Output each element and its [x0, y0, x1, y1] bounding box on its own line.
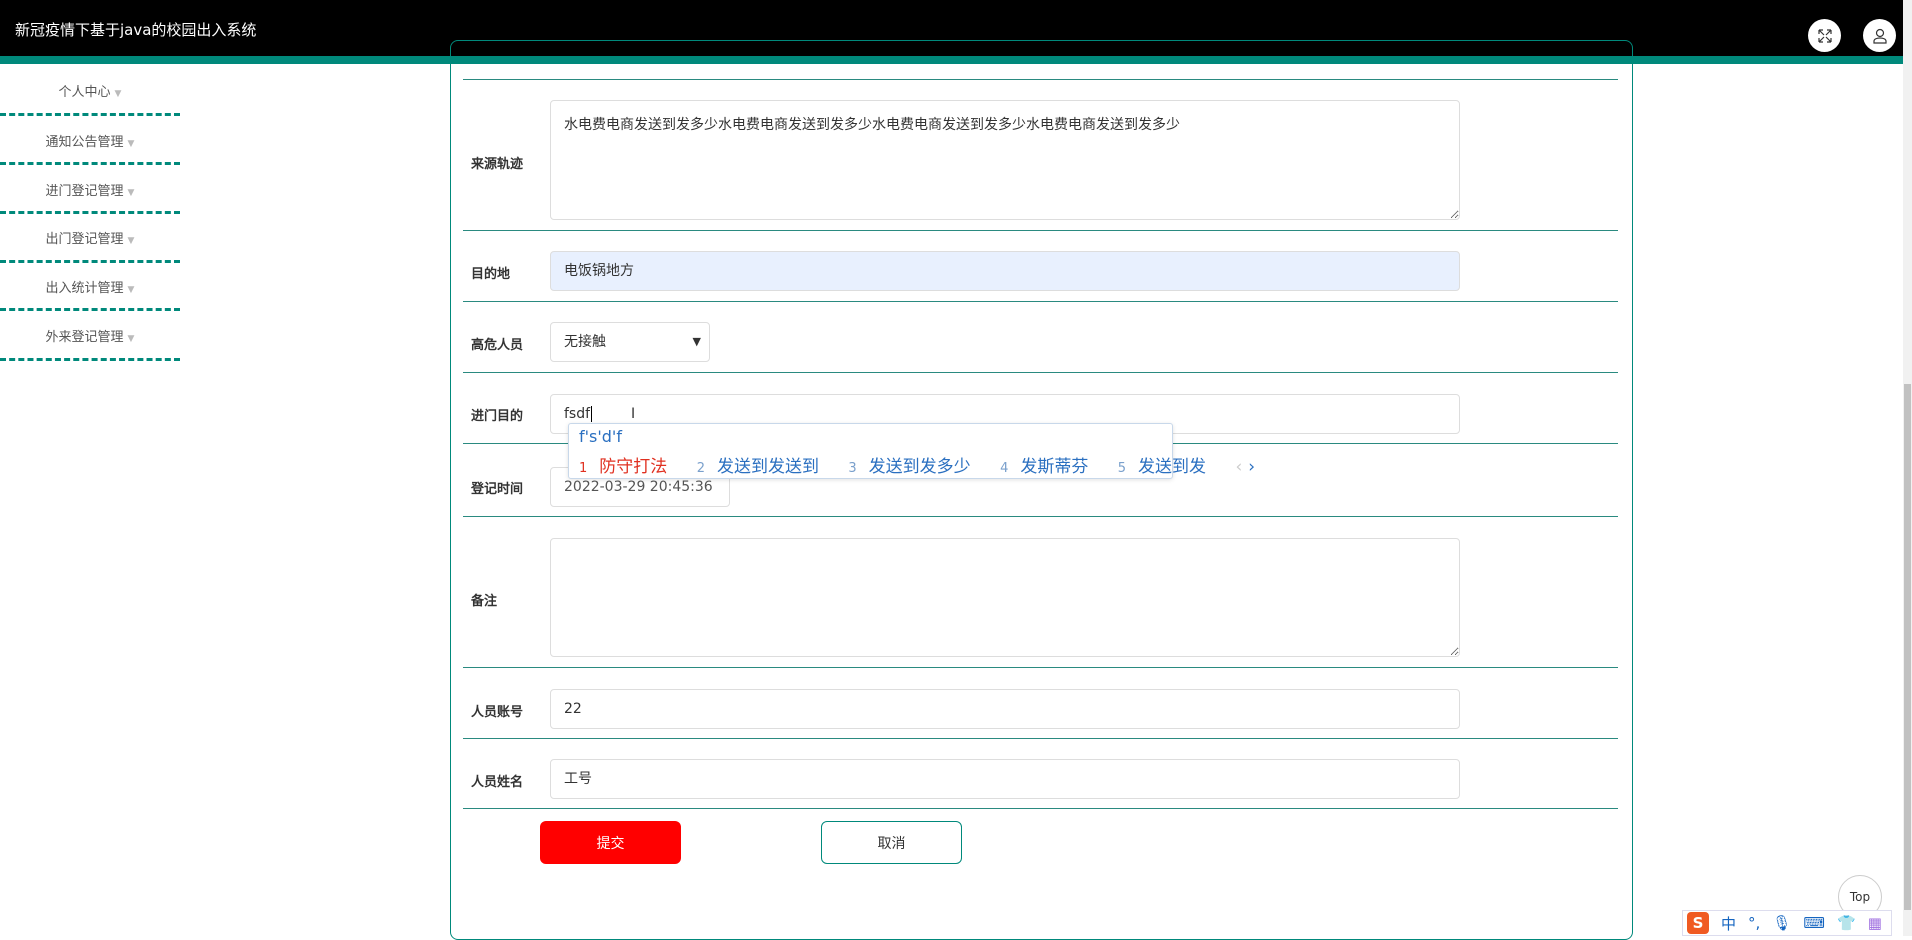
divider	[0, 308, 180, 311]
submit-button[interactable]: 提交	[540, 821, 681, 864]
remark-textarea[interactable]	[550, 538, 1460, 657]
caret-down-icon: ▼	[127, 334, 135, 344]
purpose-label: 进门目的	[471, 409, 524, 424]
candidate-text: 发送到发	[1138, 457, 1207, 477]
name-input[interactable]: 工号	[550, 759, 1460, 799]
ime-candidate[interactable]: 5 发送到发	[1118, 457, 1218, 477]
ime-candidate[interactable]: 1 防守打法	[579, 457, 679, 477]
ime-candidate[interactable]: 3 发送到发多少	[848, 457, 982, 477]
scrollbar-thumb[interactable]	[1904, 384, 1911, 910]
sidebar-item-label: 个人中心	[58, 85, 111, 100]
sidebar-item-stats[interactable]: 出入统计管理 ▼	[0, 277, 180, 296]
text-cursor: ​	[591, 406, 593, 422]
sidebar-item-label: 外来登记管理	[45, 330, 124, 345]
ime-composition: f's'd'f	[579, 427, 622, 446]
sidebar-item-notices[interactable]: 通知公告管理 ▼	[0, 131, 180, 150]
scrollbar[interactable]	[1903, 0, 1912, 936]
source-textarea[interactable]: 水电费电商发送到发多少水电费电商发送到发多少水电费电商发送到发多少水电费电商发送…	[550, 100, 1460, 220]
row-divider	[463, 738, 1618, 739]
keyboard-icon[interactable]: ⌨	[1803, 914, 1825, 932]
sogou-ime-toolbar: S 中 °, 🎙 ⌨ 👕 ▦	[1682, 910, 1892, 936]
sidebar-item-label: 出入统计管理	[45, 281, 124, 296]
ime-candidate[interactable]: 4 发斯蒂芬	[1000, 457, 1100, 477]
candidate-text: 发斯蒂芬	[1020, 457, 1089, 477]
caret-down-icon: ▼	[114, 89, 122, 99]
candidate-number: 2	[696, 461, 705, 476]
dest-input[interactable]: 电饭锅地方	[550, 251, 1460, 291]
cancel-button[interactable]: 取消	[821, 821, 962, 864]
sidebar-item-visitors[interactable]: 外来登记管理 ▼	[0, 326, 180, 345]
divider	[0, 211, 180, 214]
caret-down-icon: ▼	[127, 236, 135, 246]
ime-candidate[interactable]: 2 发送到发送到	[697, 457, 831, 477]
user-icon	[1872, 28, 1887, 44]
caret-down-icon: ▼	[127, 188, 135, 198]
row-divider	[463, 301, 1618, 302]
skin-shirt-icon[interactable]: 👕	[1837, 914, 1856, 932]
remark-label: 备注	[471, 594, 498, 609]
divider	[0, 260, 180, 263]
candidate-text: 发送到发多少	[868, 457, 971, 477]
candidate-text: 防守打法	[599, 457, 668, 477]
ime-next-icon[interactable]: ›	[1248, 457, 1255, 477]
row-divider	[463, 516, 1618, 517]
candidate-number: 3	[848, 461, 857, 476]
fullscreen-button[interactable]	[1808, 19, 1841, 52]
risk-select-value: 无接触	[564, 334, 606, 350]
sidebar-item-exit[interactable]: 出门登记管理 ▼	[0, 228, 180, 247]
row-divider	[463, 808, 1618, 809]
sidebar-item-label: 出门登记管理	[45, 232, 124, 247]
caret-down-icon: ▼	[127, 285, 135, 295]
ime-language-toggle[interactable]: 中	[1721, 913, 1736, 934]
time-label: 登记时间	[471, 482, 524, 497]
app-title: 新冠疫情下基于java的校园出入系统	[15, 21, 257, 39]
fullscreen-icon	[1817, 28, 1832, 43]
ime-punct-toggle[interactable]: °,	[1748, 914, 1760, 932]
candidate-text: 发送到发送到	[716, 457, 819, 477]
row-divider	[463, 230, 1618, 231]
chevron-down-icon: ▼	[692, 335, 701, 348]
candidate-number: 4	[1000, 461, 1009, 476]
account-input[interactable]: 22	[550, 689, 1460, 729]
microphone-icon[interactable]: 🎙	[1772, 914, 1791, 932]
source-label: 来源轨迹	[471, 157, 524, 172]
ime-prev-icon[interactable]: ‹	[1235, 457, 1242, 477]
candidate-number: 1	[579, 461, 588, 476]
row-divider	[463, 372, 1618, 373]
user-button[interactable]	[1863, 19, 1896, 52]
name-label: 人员姓名	[471, 775, 524, 790]
sidebar-item-entry[interactable]: 进门登记管理 ▼	[0, 180, 180, 199]
row-divider	[463, 79, 1618, 80]
account-label: 人员账号	[471, 705, 524, 720]
candidate-number: 5	[1117, 461, 1127, 476]
sidebar-item-label: 通知公告管理	[45, 135, 124, 150]
purpose-value: fsdf	[564, 406, 591, 422]
dest-label: 目的地	[471, 267, 511, 282]
apps-grid-icon[interactable]: ▦	[1868, 914, 1882, 932]
sogou-logo-icon: S	[1687, 912, 1709, 934]
sidebar-item-label: 进门登记管理	[45, 184, 124, 199]
row-divider	[463, 667, 1618, 668]
ime-candidate-popup: f's'd'f 1 防守打法 2 发送到发送到 3 发送到发多少 4 发斯蒂芬 5 发送到…	[568, 423, 1255, 479]
divider	[0, 162, 180, 165]
risk-select[interactable]: 无接触 ▼	[550, 322, 710, 362]
divider	[0, 358, 180, 361]
caret-down-icon: ▼	[127, 139, 135, 149]
divider	[0, 113, 180, 116]
risk-label: 高危人员	[471, 338, 524, 353]
sidebar-item-profile[interactable]: 个人中心 ▼	[0, 81, 180, 100]
